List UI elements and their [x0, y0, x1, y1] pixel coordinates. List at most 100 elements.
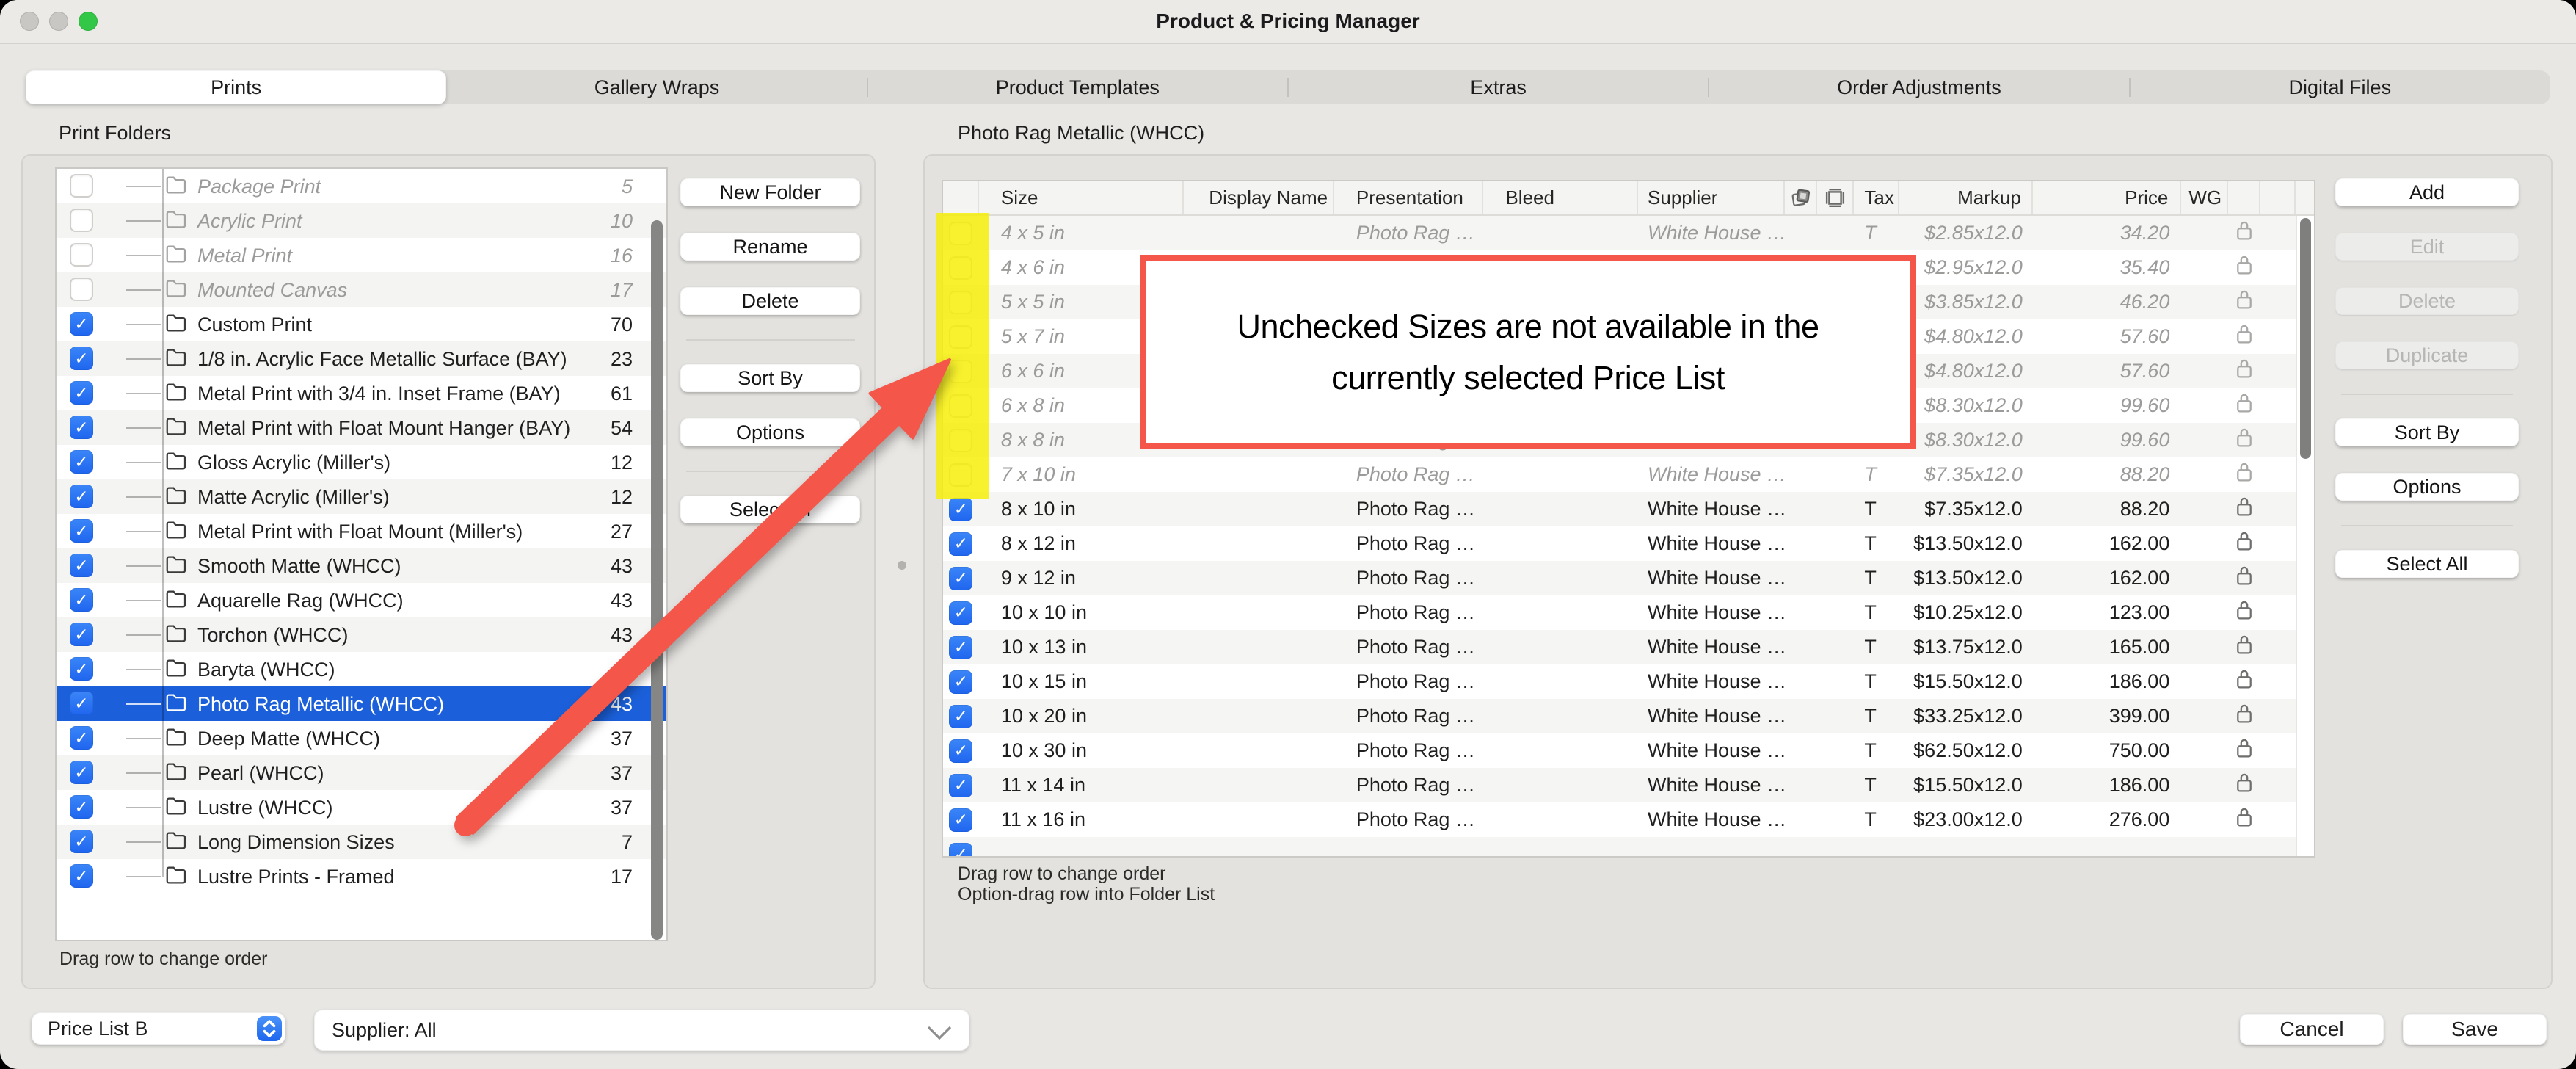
tab-digital-files[interactable]: Digital Files [2130, 70, 2550, 104]
folder-checkbox[interactable]: ✓ [70, 381, 93, 405]
folder-row[interactable]: ✓ Metal Print with Float Mount Hanger (B… [57, 410, 666, 445]
folder-checkbox[interactable] [70, 209, 93, 232]
delete-size-button[interactable]: Delete [2335, 287, 2519, 315]
header-bleed[interactable]: Bleed [1483, 181, 1638, 214]
folder-checkbox[interactable]: ✓ [70, 761, 93, 784]
header-price[interactable]: Price [2033, 181, 2182, 214]
size-checkbox[interactable]: ✓ [949, 532, 972, 556]
size-checkbox[interactable]: ✓ [949, 670, 972, 694]
size-row[interactable]: ✓ 8 x 12 in Photo Rag … White House … T … [943, 526, 2296, 561]
table-scrollbar-track[interactable] [2296, 216, 2314, 856]
edit-size-button[interactable]: Edit [2335, 233, 2519, 261]
duplicate-size-button[interactable]: Duplicate [2335, 341, 2519, 369]
size-row[interactable]: ✓ 10 x 30 in Photo Rag … White House … T… [943, 733, 2296, 768]
folder-row[interactable]: ✓ Long Dimension Sizes 7 [57, 825, 666, 859]
size-checkbox[interactable]: ✓ [949, 601, 972, 625]
folder-row[interactable]: ✓ Torchon (WHCC) 43 [57, 617, 666, 652]
size-row[interactable]: ✓ 9 x 12 in Photo Rag … White House … T … [943, 561, 2296, 595]
folder-checkbox[interactable]: ✓ [70, 519, 93, 543]
folder-checkbox[interactable]: ✓ [70, 312, 93, 336]
size-checkbox[interactable]: ✓ [949, 739, 972, 763]
size-row[interactable]: ✓ 10 x 10 in Photo Rag … White House … T… [943, 595, 2296, 630]
size-row[interactable]: ✓ 10 x 15 in Photo Rag … White House … T… [943, 664, 2296, 699]
size-row[interactable]: ✓ [943, 837, 2296, 856]
size-checkbox[interactable]: ✓ [949, 808, 972, 832]
header-supplier[interactable]: Supplier [1638, 181, 1785, 214]
folder-checkbox[interactable] [70, 174, 93, 198]
folder-row[interactable]: ✓ Custom Print 70 [57, 307, 666, 341]
size-options-button[interactable]: Options [2335, 473, 2519, 501]
folder-sort-by-button[interactable]: Sort By [680, 364, 860, 392]
folder-checkbox[interactable]: ✓ [70, 450, 93, 474]
folder-row[interactable]: ✓ Lustre (WHCC) 37 [57, 790, 666, 825]
folder-row[interactable]: ✓ Baryta (WHCC) 43 [57, 652, 666, 686]
new-folder-button[interactable]: New Folder [680, 178, 860, 206]
cancel-button[interactable]: Cancel [2240, 1014, 2384, 1045]
folder-select-all-button[interactable]: Select All [680, 496, 860, 523]
folder-row[interactable]: ✓ Smooth Matte (WHCC) 43 [57, 548, 666, 583]
header-size[interactable]: Size [979, 181, 1184, 214]
folder-row[interactable]: Acrylic Print 10 [57, 203, 666, 238]
folder-checkbox[interactable]: ✓ [70, 830, 93, 853]
folder-checkbox[interactable]: ✓ [70, 485, 93, 508]
folder-checkbox[interactable]: ✓ [70, 692, 93, 715]
supplier-filter-dropdown[interactable]: Supplier: All [314, 1010, 969, 1051]
size-sort-by-button[interactable]: Sort By [2335, 418, 2519, 446]
header-markup[interactable]: Markup [1899, 181, 2033, 214]
tab-prints[interactable]: Prints [26, 70, 446, 104]
folder-row[interactable]: ✓ Deep Matte (WHCC) 37 [57, 721, 666, 755]
folder-row[interactable]: Metal Print 16 [57, 238, 666, 272]
size-row[interactable]: ✓ 8 x 10 in Photo Rag … White House … T … [943, 492, 2296, 526]
folder-row[interactable]: ✓ Pearl (WHCC) 37 [57, 755, 666, 790]
overlapping-prints-icon[interactable] [1785, 181, 1818, 214]
tab-extras[interactable]: Extras [1288, 70, 1709, 104]
size-row[interactable]: 4 x 5 in Photo Rag … White House … T $2.… [943, 216, 2296, 250]
size-row[interactable]: ✓ 10 x 20 in Photo Rag … White House … T… [943, 699, 2296, 733]
frame-icon[interactable] [1817, 181, 1854, 214]
delete-folder-button[interactable]: Delete [680, 287, 860, 315]
panel-splitter-handle[interactable] [898, 561, 906, 570]
folder-row[interactable]: ✓ Gloss Acrylic (Miller's) 12 [57, 445, 666, 479]
folder-checkbox[interactable] [70, 278, 93, 301]
tab-order-adjustments[interactable]: Order Adjustments [1709, 70, 2129, 104]
size-checkbox[interactable]: ✓ [949, 843, 972, 857]
size-checkbox[interactable]: ✓ [949, 636, 972, 659]
size-row[interactable]: 7 x 10 in Photo Rag … White House … T $7… [943, 457, 2296, 492]
size-row[interactable]: ✓ 11 x 16 in Photo Rag … White House … T… [943, 802, 2296, 837]
folder-checkbox[interactable]: ✓ [70, 347, 93, 370]
price-list-popup[interactable]: Price List B [32, 1012, 285, 1045]
folder-checkbox[interactable]: ✓ [70, 726, 93, 750]
header-presentation[interactable]: Presentation [1334, 181, 1484, 214]
header-tax[interactable]: Tax [1854, 181, 1899, 214]
size-select-all-button[interactable]: Select All [2335, 550, 2519, 578]
tab-gallery-wraps[interactable]: Gallery Wraps [446, 70, 867, 104]
rename-button[interactable]: Rename [680, 233, 860, 261]
folder-checkbox[interactable]: ✓ [70, 416, 93, 439]
folder-row[interactable]: ✓ Metal Print with Float Mount (Miller's… [57, 514, 666, 548]
add-size-button[interactable]: Add [2335, 178, 2519, 206]
folder-checkbox[interactable]: ✓ [70, 554, 93, 577]
size-checkbox[interactable]: ✓ [949, 705, 972, 728]
folder-row[interactable]: ✓ 1/8 in. Acrylic Face Metallic Surface … [57, 341, 666, 376]
size-checkbox[interactable]: ✓ [949, 498, 972, 521]
folder-list-scrollbar[interactable] [651, 220, 663, 940]
folder-checkbox[interactable]: ✓ [70, 795, 93, 819]
folder-list[interactable]: Package Print 5 Acrylic Print 10 Metal P… [55, 167, 668, 941]
folder-checkbox[interactable]: ✓ [70, 657, 93, 681]
save-button[interactable]: Save [2403, 1014, 2547, 1045]
table-scrollbar-thumb[interactable] [2300, 218, 2311, 459]
tab-product-templates[interactable]: Product Templates [867, 70, 1288, 104]
folder-row[interactable]: Mounted Canvas 17 [57, 272, 666, 307]
size-row[interactable]: ✓ 11 x 14 in Photo Rag … White House … T… [943, 768, 2296, 802]
folder-checkbox[interactable]: ✓ [70, 864, 93, 888]
size-row[interactable]: ✓ 10 x 13 in Photo Rag … White House … T… [943, 630, 2296, 664]
header-display-name[interactable]: Display Name [1184, 181, 1334, 214]
header-checkbox-column[interactable] [943, 181, 979, 214]
header-wg[interactable]: WG [2181, 181, 2228, 214]
folder-checkbox[interactable]: ✓ [70, 588, 93, 612]
folder-checkbox[interactable] [70, 243, 93, 267]
folder-options-button[interactable]: Options [680, 418, 860, 446]
size-checkbox[interactable]: ✓ [949, 774, 972, 797]
folder-row[interactable]: ✓ Metal Print with 3/4 in. Inset Frame (… [57, 376, 666, 410]
folder-row[interactable]: ✓ Matte Acrylic (Miller's) 12 [57, 479, 666, 514]
